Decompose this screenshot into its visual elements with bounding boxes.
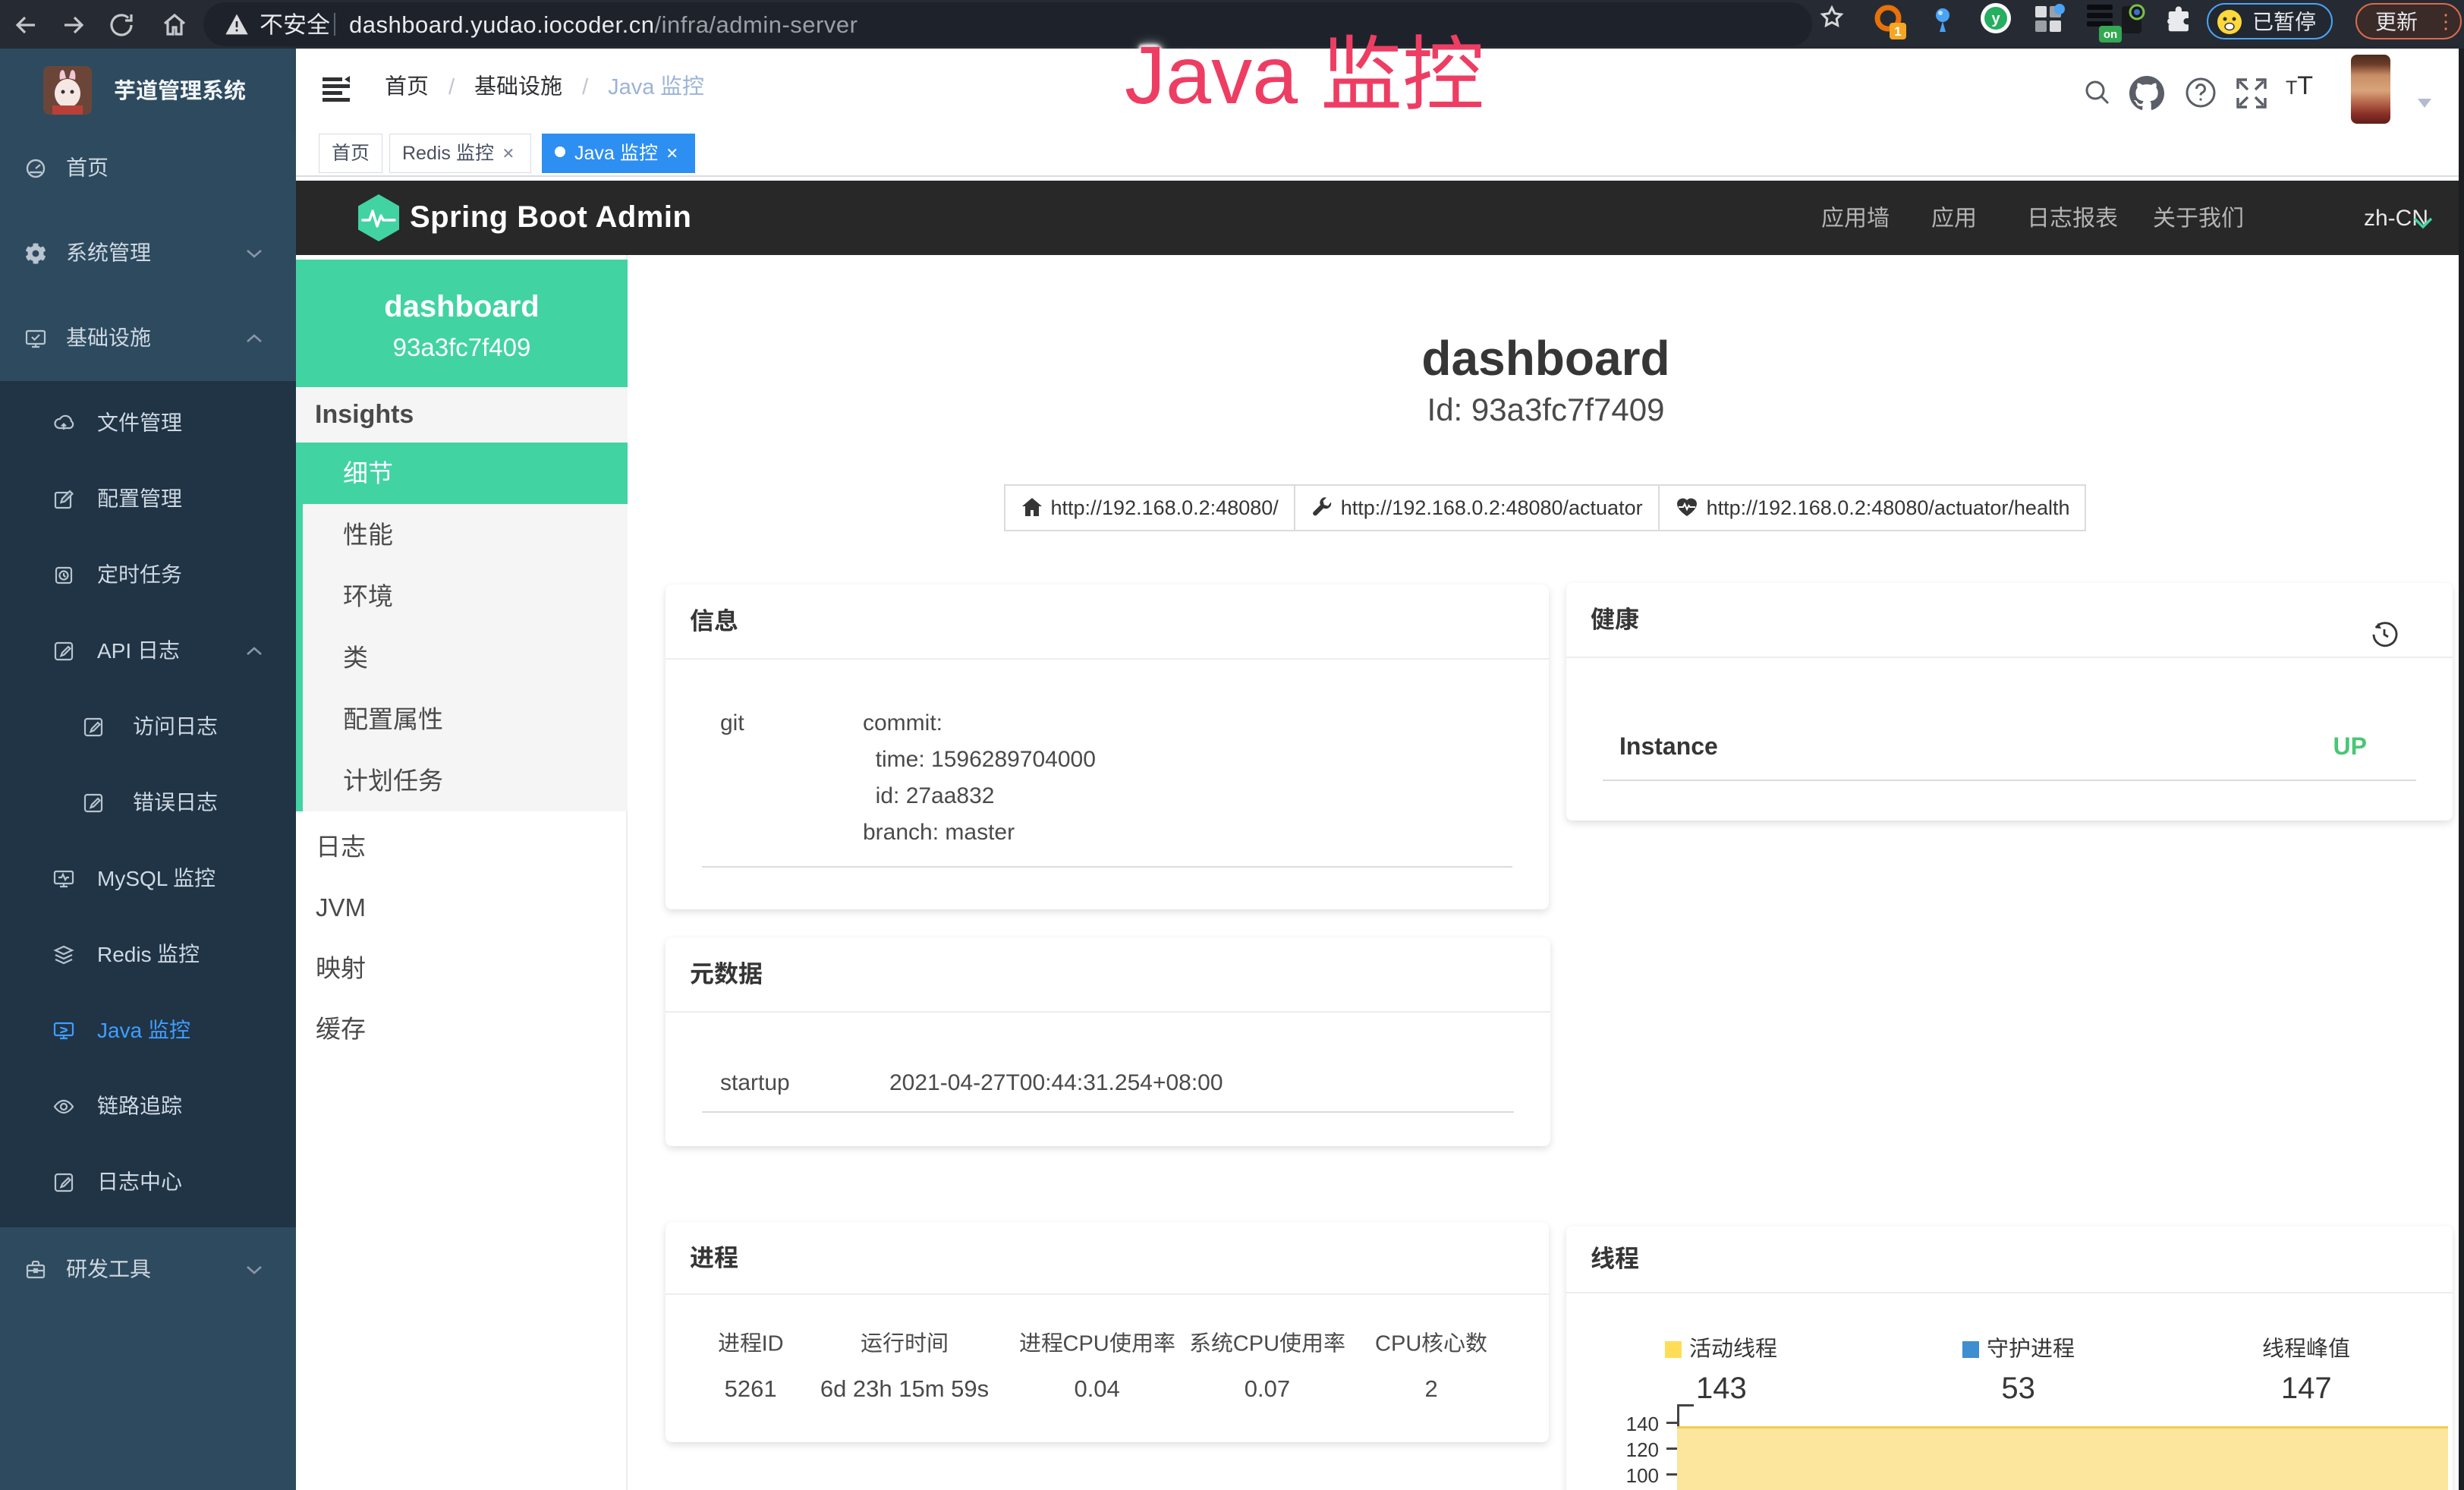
svg-text:1: 1 [1894,24,1901,39]
svg-text:on: on [2104,28,2117,41]
svg-text:y: y [1991,11,2000,27]
